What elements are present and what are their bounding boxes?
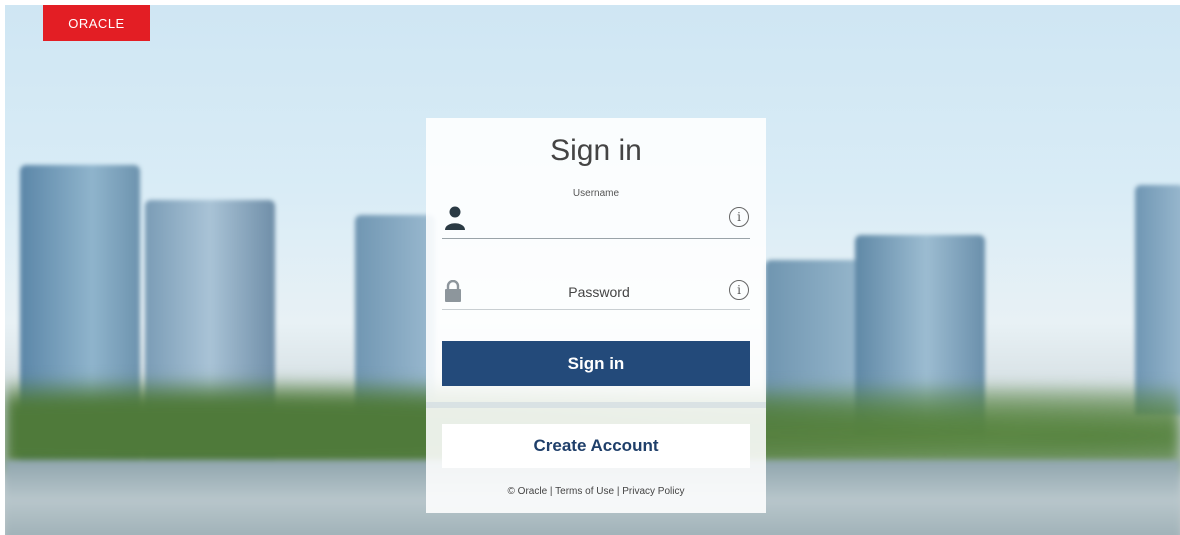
terms-of-use-link[interactable]: Terms of Use (555, 486, 614, 497)
user-icon (445, 206, 465, 230)
password-input[interactable] (470, 279, 728, 305)
username-underline (442, 238, 750, 239)
panel-divider (426, 402, 766, 408)
username-input[interactable] (470, 206, 714, 232)
username-label: Username (572, 188, 620, 199)
signin-button[interactable]: Sign in (442, 341, 750, 386)
page-title: Sign in (550, 134, 642, 167)
oracle-logo: ORACLE (43, 5, 150, 41)
copyright-text: © Oracle (507, 486, 548, 497)
lock-icon (445, 280, 461, 302)
footer-separator: | (549, 486, 553, 497)
password-underline (442, 309, 750, 310)
password-info-icon[interactable]: i (729, 280, 749, 300)
privacy-policy-link[interactable]: Privacy Policy (622, 486, 684, 497)
footer-links: © Oracle | Terms of Use | Privacy Policy (426, 486, 766, 497)
footer-separator: | (616, 486, 620, 497)
create-account-button[interactable]: Create Account (442, 424, 750, 468)
username-info-icon[interactable]: i (729, 207, 749, 227)
logo-text: ORACLE (68, 15, 125, 31)
